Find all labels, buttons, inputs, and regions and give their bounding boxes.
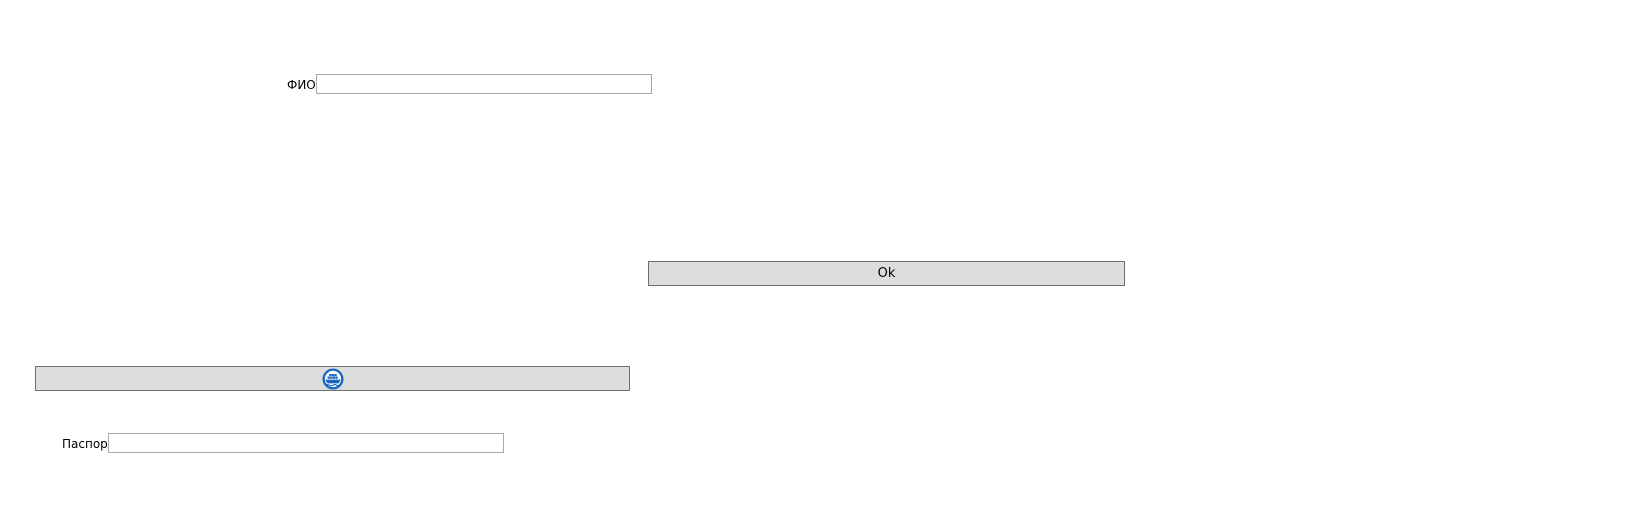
passport-input[interactable]: [108, 433, 504, 453]
passport-label: Паспорт: [62, 437, 115, 451]
fio-label: ФИО: [287, 78, 316, 92]
ship-container-icon: [322, 368, 344, 390]
ship-icon-button[interactable]: [35, 366, 630, 391]
ok-button[interactable]: Ok: [648, 261, 1125, 286]
fio-input[interactable]: [316, 74, 652, 94]
